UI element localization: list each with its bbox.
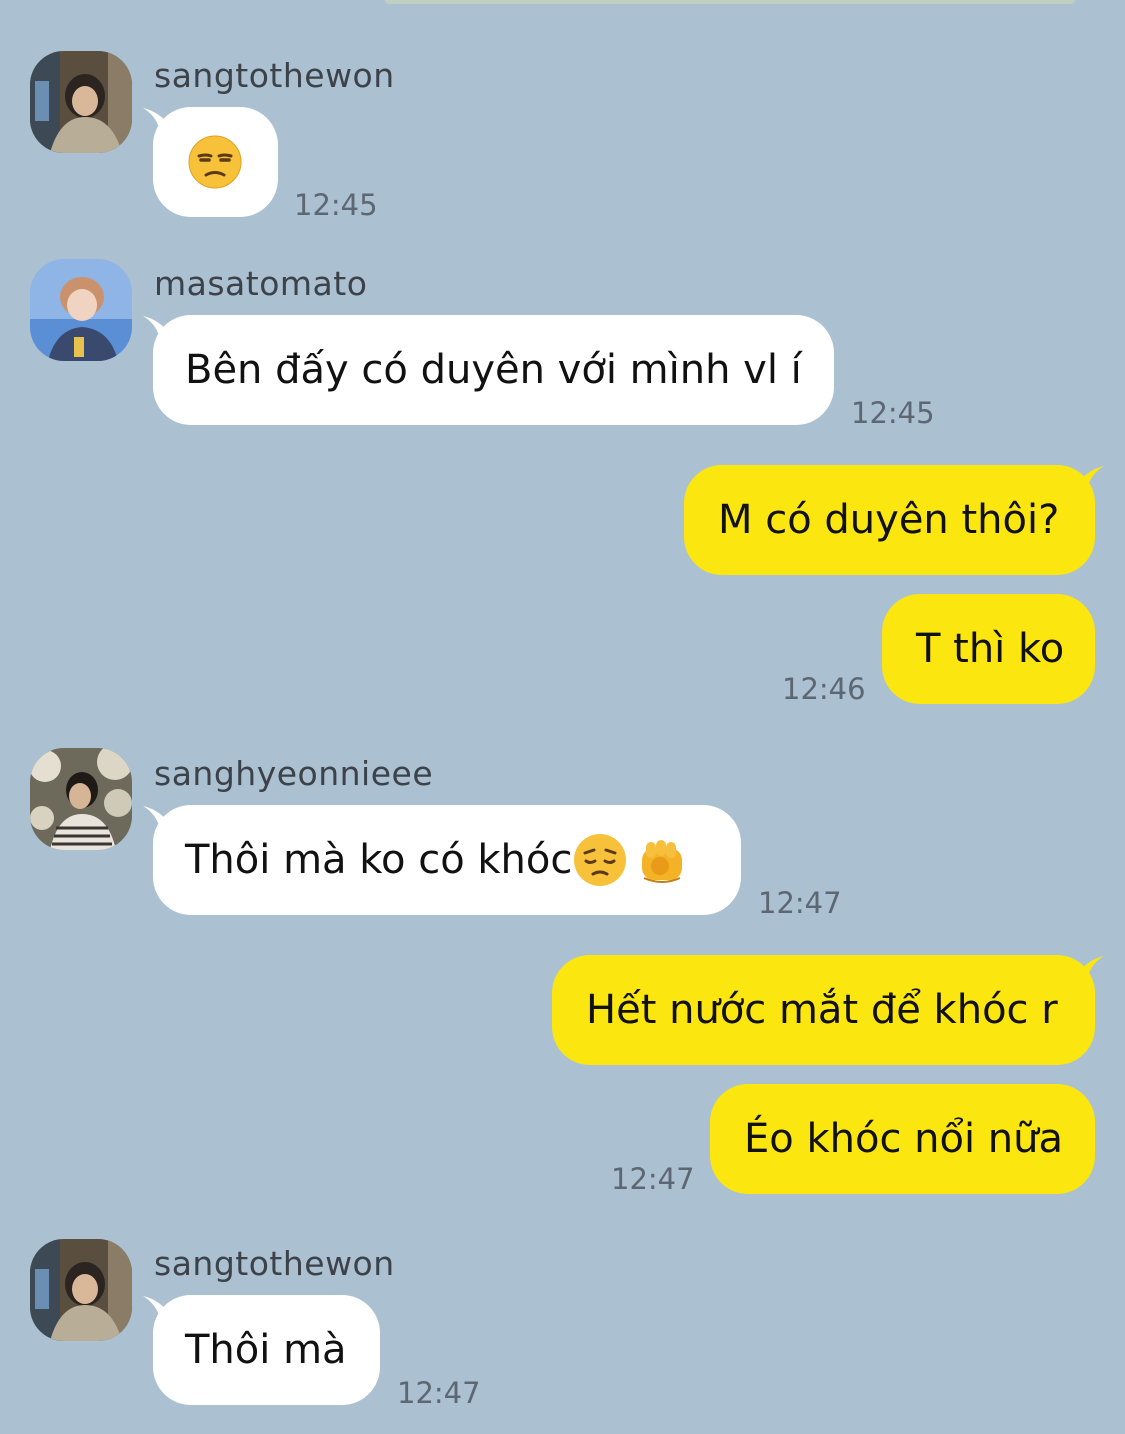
backhand-index-pointing-at-viewer-icon: [634, 832, 690, 888]
message-bubble[interactable]: Thôi mà: [153, 1295, 380, 1405]
message-time: 12:45: [294, 188, 378, 222]
message-bubble[interactable]: Thôi mà ko có khóc: [153, 805, 741, 915]
message-text: Thôi mà: [185, 1327, 347, 1373]
message-bubble-outgoing[interactable]: T thì ko: [882, 594, 1095, 704]
bubble-tail: [1074, 956, 1104, 982]
avatar-sanghyeonnieee[interactable]: [30, 748, 132, 850]
message-bubble-outgoing[interactable]: M có duyên thôi?: [684, 465, 1095, 575]
message-time: 12:46: [782, 672, 866, 706]
pensive-face-icon: [572, 832, 628, 888]
message-text: Hết nước mắt để khóc r: [586, 987, 1058, 1033]
message-time: 12:47: [397, 1376, 481, 1410]
message-text: T thì ko: [916, 626, 1065, 672]
message-bubble[interactable]: Bên đấy có duyên với mình vl í: [153, 315, 834, 425]
message-bubble[interactable]: [153, 107, 278, 217]
sender-name: sangtothewon: [154, 56, 395, 95]
previous-message-edge: [385, 0, 1075, 4]
message-bubble-outgoing[interactable]: Hết nước mắt để khóc r: [552, 955, 1095, 1065]
message-text: Bên đấy có duyên với mình vl í: [185, 347, 802, 393]
avatar-masatomato[interactable]: [30, 259, 132, 361]
message-time: 12:47: [758, 886, 842, 920]
message-bubble-outgoing[interactable]: Éo khóc nổi nữa: [710, 1084, 1095, 1194]
sender-name: sangtothewon: [154, 1244, 395, 1283]
sender-name: sanghyeonnieee: [154, 754, 434, 793]
sender-name: masatomato: [154, 264, 368, 303]
message-text: M có duyên thôi?: [718, 497, 1060, 543]
avatar-sangtothewon[interactable]: [30, 1239, 132, 1341]
message-text: Éo khóc nổi nữa: [744, 1116, 1064, 1162]
unamused-face-icon: [187, 134, 243, 190]
message-time: 12:45: [851, 396, 935, 430]
avatar-sangtothewon[interactable]: [30, 51, 132, 153]
bubble-tail: [1074, 466, 1104, 492]
message-text: Thôi mà ko có khóc: [185, 837, 573, 883]
message-time: 12:47: [611, 1162, 695, 1196]
